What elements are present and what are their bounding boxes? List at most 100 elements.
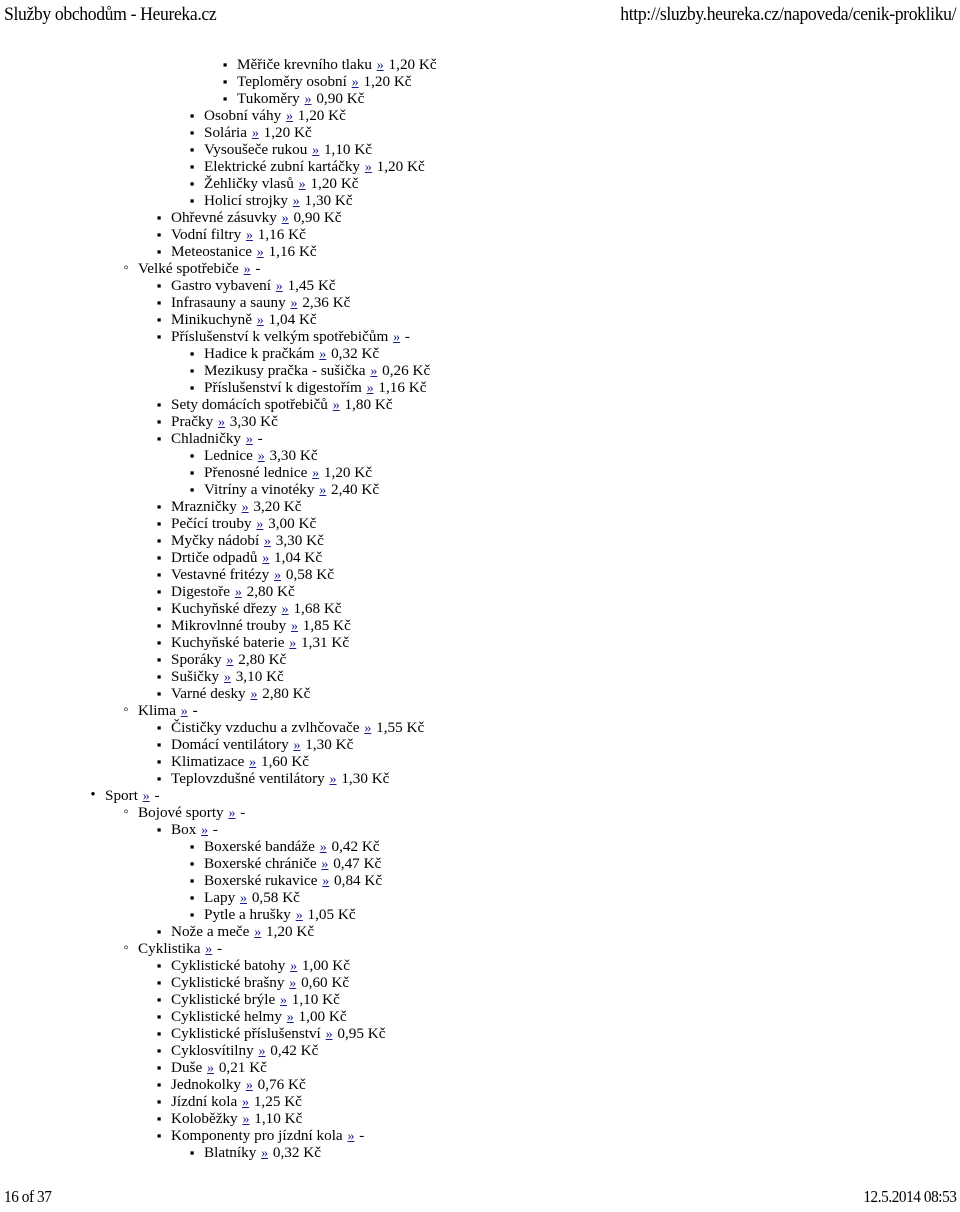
category-link-icon[interactable]: »: [253, 925, 262, 940]
square-bullet-icon: ▪: [222, 74, 228, 89]
category-link-icon[interactable]: »: [241, 1095, 250, 1110]
category-name: Lapy: [204, 889, 236, 906]
price-list-outline: ▪ Měřiče krevního tlaku » 1,20 Kč ▪ Teplomě…: [0, 56, 960, 1161]
category-link-icon[interactable]: »: [275, 279, 284, 294]
cpc-price: 1,68 Kč: [293, 600, 342, 617]
square-bullet-icon: ▪: [156, 822, 162, 837]
circle-bullet-icon: ◦: [123, 940, 129, 956]
category-link-icon[interactable]: »: [256, 313, 265, 328]
outline-row: ▪ Cyklistické batohy » 1,00 Kč: [0, 957, 960, 974]
category-link-icon[interactable]: »: [295, 908, 304, 923]
cpc-price: 1,30 Kč: [305, 736, 354, 753]
outline-row: ▪ Box » -: [0, 821, 960, 838]
square-bullet-icon: ▪: [156, 567, 162, 582]
category-link-icon[interactable]: »: [260, 1146, 269, 1161]
square-bullet-icon: ▪: [156, 958, 162, 973]
category-link-icon[interactable]: »: [241, 500, 250, 515]
category-link-icon[interactable]: »: [227, 806, 236, 821]
category-link-icon[interactable]: »: [376, 58, 385, 73]
category-link-icon[interactable]: »: [319, 840, 328, 855]
category-link-icon[interactable]: »: [248, 755, 257, 770]
category-link-icon[interactable]: »: [311, 143, 320, 158]
outline-row-content: Infrasauny a sauny » 2,36 Kč: [171, 294, 350, 312]
category-link-icon[interactable]: »: [279, 993, 288, 1008]
category-link-icon[interactable]: »: [273, 568, 282, 583]
outline-row: ▪ Infrasauny a sauny » 2,36 Kč: [0, 294, 960, 311]
category-link-icon[interactable]: »: [332, 398, 341, 413]
category-link-icon[interactable]: »: [204, 942, 213, 957]
category-link-icon[interactable]: »: [217, 415, 226, 430]
category-link-icon[interactable]: »: [321, 874, 330, 889]
category-link-icon[interactable]: »: [329, 772, 338, 787]
category-link-icon[interactable]: »: [243, 262, 252, 277]
category-link-icon[interactable]: »: [288, 976, 297, 991]
disc-bullet-icon: •: [90, 787, 96, 803]
outline-row-content: Osobní váhy » 1,20 Kč: [204, 107, 346, 125]
cpc-price: 3,20 Kč: [253, 498, 302, 515]
category-link-icon[interactable]: »: [239, 891, 248, 906]
category-link-icon[interactable]: »: [346, 1129, 355, 1144]
category-link-icon[interactable]: »: [281, 211, 290, 226]
category-link-icon[interactable]: »: [245, 432, 254, 447]
category-link-icon[interactable]: »: [241, 1112, 250, 1127]
outline-row-content: Tukoměry » 0,90 Kč: [237, 90, 364, 108]
category-link-icon[interactable]: »: [245, 1078, 254, 1093]
category-link-icon[interactable]: »: [304, 92, 313, 107]
category-link-icon[interactable]: »: [311, 466, 320, 481]
category-link-icon[interactable]: »: [142, 789, 151, 804]
category-link-icon[interactable]: »: [255, 517, 264, 532]
square-bullet-icon: ▪: [156, 1009, 162, 1024]
category-link-icon[interactable]: »: [290, 619, 299, 634]
category-name: Nože a meče: [171, 923, 250, 940]
category-name: Sporáky: [171, 651, 222, 668]
category-link-icon[interactable]: »: [234, 585, 243, 600]
square-bullet-icon: ▪: [189, 125, 195, 140]
category-link-icon[interactable]: »: [366, 381, 375, 396]
category-link-icon[interactable]: »: [200, 823, 209, 838]
category-link-icon[interactable]: »: [318, 347, 327, 362]
category-name: Mezikusy pračka - sušička: [204, 362, 366, 379]
category-link-icon[interactable]: »: [285, 109, 294, 124]
category-link-icon[interactable]: »: [392, 330, 401, 345]
category-link-icon[interactable]: »: [257, 449, 266, 464]
category-link-icon[interactable]: »: [251, 126, 260, 141]
category-link-icon[interactable]: »: [292, 738, 301, 753]
category-link-icon[interactable]: »: [180, 704, 189, 719]
category-link-icon[interactable]: »: [325, 1027, 334, 1042]
category-link-icon[interactable]: »: [261, 551, 270, 566]
category-link-icon[interactable]: »: [256, 245, 265, 260]
category-link-icon[interactable]: »: [318, 483, 327, 498]
category-link-icon[interactable]: »: [298, 177, 307, 192]
outline-row-content: Cyklistické brýle » 1,10 Kč: [171, 991, 340, 1009]
cpc-price: 1,30 Kč: [304, 192, 353, 209]
category-link-icon[interactable]: »: [225, 653, 234, 668]
cpc-price: 1,16 Kč: [378, 379, 427, 396]
outline-row: ▪ Osobní váhy » 1,20 Kč: [0, 107, 960, 124]
cpc-price: 3,00 Kč: [268, 515, 317, 532]
category-link-icon[interactable]: »: [369, 364, 378, 379]
category-link-icon[interactable]: »: [289, 959, 298, 974]
cpc-price: 3,30 Kč: [229, 413, 278, 430]
outline-row: ▪ Domácí ventilátory » 1,30 Kč: [0, 736, 960, 753]
square-bullet-icon: ▪: [156, 1060, 162, 1075]
square-bullet-icon: ▪: [156, 1043, 162, 1058]
category-link-icon[interactable]: »: [223, 670, 232, 685]
category-link-icon[interactable]: »: [320, 857, 329, 872]
category-link-icon[interactable]: »: [249, 687, 258, 702]
category-link-icon[interactable]: »: [245, 228, 254, 243]
category-link-icon[interactable]: »: [206, 1061, 215, 1076]
category-link-icon[interactable]: »: [286, 1010, 295, 1025]
outline-row-content: Klima » -: [138, 702, 198, 720]
category-link-icon[interactable]: »: [263, 534, 272, 549]
category-link-icon[interactable]: »: [363, 721, 372, 736]
category-name: Sport: [105, 787, 138, 804]
category-link-icon[interactable]: »: [351, 75, 360, 90]
category-link-icon[interactable]: »: [258, 1044, 267, 1059]
category-link-icon[interactable]: »: [290, 296, 299, 311]
category-link-icon[interactable]: »: [292, 194, 301, 209]
category-link-icon[interactable]: »: [288, 636, 297, 651]
outline-row: ▪ Příslušenství k digestořím » 1,16 Kč: [0, 379, 960, 396]
category-link-icon[interactable]: »: [364, 160, 373, 175]
square-bullet-icon: ▪: [189, 159, 195, 174]
category-link-icon[interactable]: »: [281, 602, 290, 617]
